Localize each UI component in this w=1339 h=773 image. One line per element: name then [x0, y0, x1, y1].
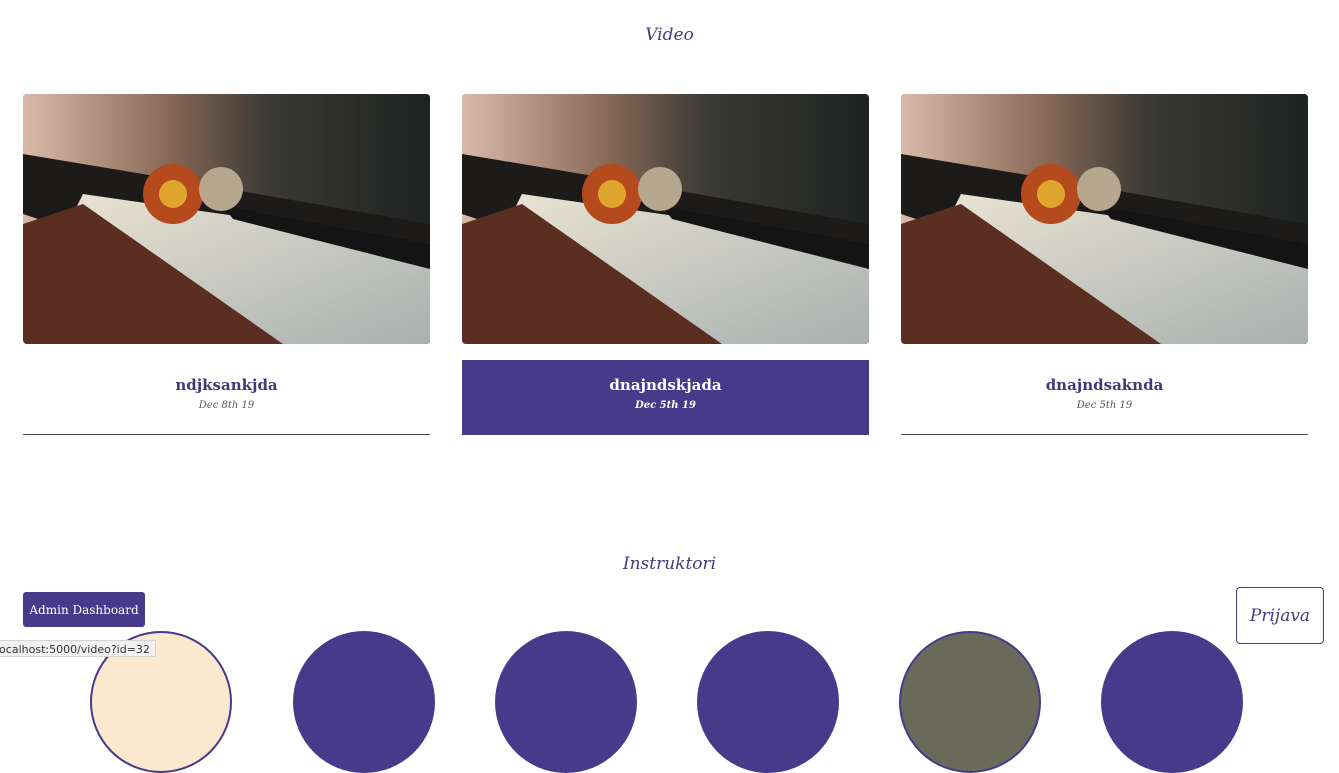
video-section-title: Video: [645, 25, 694, 45]
admin-dashboard-button[interactable]: Admin Dashboard: [23, 592, 145, 627]
video-date: Dec 5th 19: [1076, 400, 1133, 411]
video-date: Dec 5th 19: [635, 400, 696, 411]
video-title[interactable]: ndjksankjda: [23, 376, 430, 394]
video-title[interactable]: dnajndskjada: [462, 376, 869, 394]
instructor-avatar[interactable]: [495, 631, 637, 773]
video-card[interactable]: ndjksankjda Dec 8th 19: [23, 94, 430, 435]
video-caption[interactable]: dnajndskjada Dec 5th 19: [462, 360, 869, 435]
video-card[interactable]: dnajndsaknda Dec 5th 19: [901, 94, 1308, 435]
instructor-avatar[interactable]: [1101, 631, 1243, 773]
status-bar-url: localhost:5000/video?id=32: [0, 640, 156, 657]
instructors-section-title: Instruktori: [622, 554, 717, 574]
video-caption[interactable]: dnajndsaknda Dec 5th 19: [901, 360, 1308, 435]
video-date: Dec 8th 19: [198, 400, 255, 411]
instructor-avatar[interactable]: [899, 631, 1041, 773]
video-thumbnail[interactable]: [23, 94, 430, 344]
instructor-avatar[interactable]: [293, 631, 435, 773]
instructor-avatar[interactable]: [697, 631, 839, 773]
video-thumbnail[interactable]: [462, 94, 869, 344]
video-title[interactable]: dnajndsaknda: [901, 376, 1308, 394]
video-card[interactable]: dnajndskjada Dec 5th 19: [462, 94, 869, 435]
video-caption[interactable]: ndjksankjda Dec 8th 19: [23, 360, 430, 435]
login-button[interactable]: Prijava: [1236, 587, 1324, 644]
video-thumbnail[interactable]: [901, 94, 1308, 344]
